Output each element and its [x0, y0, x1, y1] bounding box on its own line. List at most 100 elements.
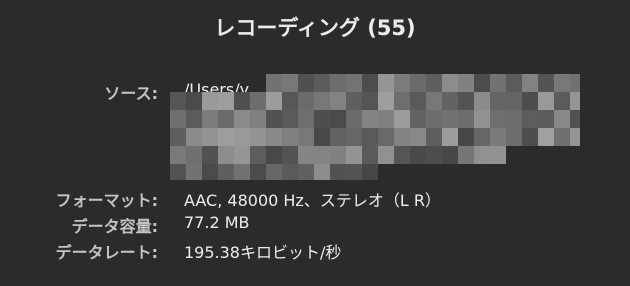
mosaic-cell	[394, 128, 410, 146]
mosaic-cell	[346, 92, 362, 110]
data-rate-label: データレート:	[55, 243, 158, 262]
mosaic-cell	[458, 128, 474, 146]
mosaic-cell	[298, 110, 314, 128]
mosaic-cell	[426, 146, 442, 164]
mosaic-cell	[266, 146, 282, 164]
mosaic-cell	[442, 92, 458, 110]
redacted-path-mosaic	[170, 74, 580, 180]
mosaic-cell	[250, 146, 266, 164]
mosaic-cell	[250, 92, 266, 110]
mosaic-cell	[234, 164, 250, 180]
mosaic-cell	[314, 110, 330, 128]
mosaic-cell	[362, 164, 378, 180]
mosaic-cell	[330, 110, 346, 128]
mosaic-cell	[506, 92, 522, 110]
mosaic-cell	[474, 128, 490, 146]
mosaic-cell	[362, 74, 378, 92]
mosaic-cell	[474, 92, 490, 110]
mosaic-cell	[426, 110, 442, 128]
mosaic-cell	[330, 74, 346, 92]
mosaic-cell	[314, 128, 330, 146]
mosaic-cell	[554, 92, 570, 110]
mosaic-cell	[282, 92, 298, 110]
mosaic-cell	[266, 110, 282, 128]
mosaic-cell	[570, 92, 580, 110]
data-size-value: 77.2 MB	[184, 213, 250, 232]
mosaic-cell	[538, 92, 554, 110]
mosaic-cell	[314, 74, 330, 92]
mosaic-cell	[410, 110, 426, 128]
mosaic-cell	[362, 146, 378, 164]
mosaic-cell	[570, 128, 580, 146]
mosaic-cell	[506, 74, 522, 92]
mosaic-cell	[202, 164, 218, 180]
mosaic-cell	[522, 128, 538, 146]
mosaic-cell	[282, 164, 298, 180]
mosaic-cell	[346, 146, 362, 164]
mosaic-cell	[570, 74, 580, 92]
mosaic-cell	[170, 92, 186, 110]
mosaic-cell	[442, 146, 458, 164]
mosaic-cell	[186, 164, 202, 180]
mosaic-cell	[378, 146, 394, 164]
mosaic-cell	[186, 146, 202, 164]
mosaic-cell	[346, 110, 362, 128]
mosaic-cell	[394, 146, 410, 164]
mosaic-cell	[346, 128, 362, 146]
mosaic-cell	[314, 164, 330, 180]
mosaic-cell	[330, 164, 346, 180]
mosaic-cell	[522, 92, 538, 110]
mosaic-cell	[474, 110, 490, 128]
mosaic-cell	[266, 74, 282, 92]
mosaic-cell	[426, 128, 442, 146]
mosaic-cell	[202, 92, 218, 110]
mosaic-cell	[378, 74, 394, 92]
mosaic-cell	[522, 110, 538, 128]
mosaic-cell	[314, 92, 330, 110]
mosaic-cell	[538, 110, 554, 128]
mosaic-cell	[458, 110, 474, 128]
mosaic-cell	[186, 128, 202, 146]
mosaic-cell	[554, 128, 570, 146]
mosaic-cell	[570, 110, 580, 128]
mosaic-cell	[554, 110, 570, 128]
mosaic-cell	[458, 146, 474, 164]
data-size-label: データ容量:	[71, 217, 158, 236]
mosaic-cell	[234, 146, 250, 164]
data-rate-value: 195.38キロビット/秒	[184, 243, 342, 262]
mosaic-cell	[218, 110, 234, 128]
mosaic-cell	[330, 146, 346, 164]
mosaic-cell	[266, 92, 282, 110]
mosaic-cell	[378, 110, 394, 128]
mosaic-cell	[186, 110, 202, 128]
mosaic-cell	[218, 164, 234, 180]
mosaic-cell	[234, 92, 250, 110]
mosaic-cell	[250, 110, 266, 128]
mosaic-cell	[346, 74, 362, 92]
mosaic-cell	[186, 92, 202, 110]
mosaic-cell	[218, 146, 234, 164]
mosaic-cell	[170, 164, 186, 180]
mosaic-cell	[362, 128, 378, 146]
mosaic-cell	[298, 128, 314, 146]
mosaic-cell	[282, 74, 298, 92]
mosaic-cell	[314, 146, 330, 164]
mosaic-cell	[538, 128, 554, 146]
mosaic-cell	[378, 128, 394, 146]
mosaic-cell	[282, 110, 298, 128]
mosaic-cell	[362, 92, 378, 110]
mosaic-cell	[442, 110, 458, 128]
mosaic-cell	[506, 110, 522, 128]
mosaic-cell	[490, 74, 506, 92]
format-value: AAC, 48000 Hz、ステレオ（L R）	[184, 191, 441, 210]
mosaic-cell	[490, 92, 506, 110]
mosaic-cell	[458, 92, 474, 110]
mosaic-cell	[234, 128, 250, 146]
mosaic-cell	[442, 74, 458, 92]
mosaic-cell	[298, 164, 314, 180]
mosaic-cell	[330, 128, 346, 146]
mosaic-cell	[282, 128, 298, 146]
mosaic-cell	[234, 110, 250, 128]
mosaic-cell	[490, 128, 506, 146]
source-label: ソース:	[104, 84, 158, 103]
